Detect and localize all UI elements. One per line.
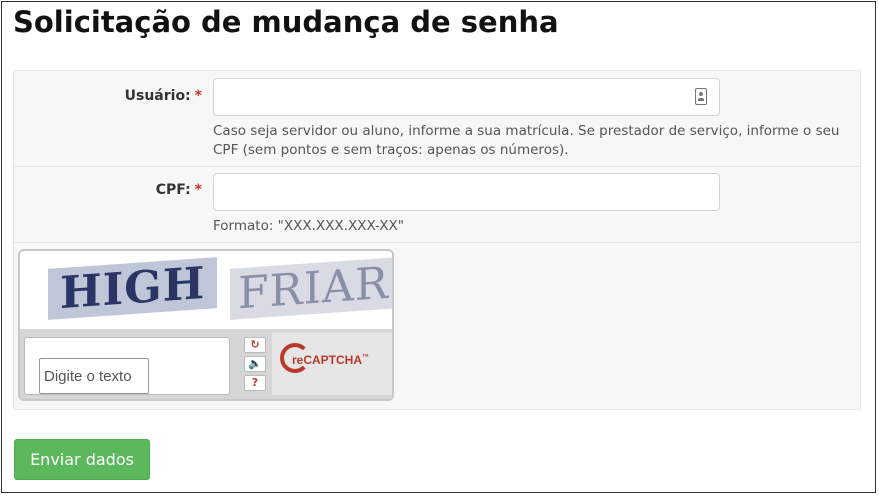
captcha-word-1: HIGH [48,257,218,320]
required-mark: * [194,182,202,198]
submit-button[interactable]: Enviar dados [14,439,150,480]
usuario-input[interactable] [213,78,720,116]
contact-card-icon[interactable] [695,88,707,105]
captcha-response-input[interactable] [39,358,149,394]
row-divider [14,166,860,167]
usuario-help-text: Caso seja servidor ou aluno, informe a s… [213,123,840,158]
cpf-label-text: CPF: [155,182,191,198]
help-icon[interactable]: ? [244,375,266,391]
usuario-label: Usuário: * [125,88,202,104]
captcha-input-area [24,337,230,395]
cpf-input[interactable] [213,173,720,211]
audio-icon[interactable]: 🔈 [244,356,266,372]
form-panel: Usuário: * Caso seja servidor ou aluno, i… [13,70,861,410]
cpf-help-text: Formato: "XXX.XXX.XXX-XX" [213,218,404,234]
usuario-label-text: Usuário: [124,88,191,104]
captcha-image: HIGH FRIAR [20,251,392,333]
row-divider [14,242,860,243]
required-mark: * [194,88,202,104]
recaptcha-logo: reCAPTCHA™ [272,333,392,395]
captcha-widget: HIGH FRIAR ↻ 🔈 ? reCAPTCHA™ [18,249,394,401]
captcha-word-2: FRIAR [230,257,392,320]
page-title: Solicitação de mudança de senha [13,5,559,39]
refresh-icon[interactable]: ↻ [244,337,266,353]
recaptcha-logo-text: reCAPTCHA™ [292,353,370,367]
cpf-label: CPF: * [156,182,202,198]
captcha-controls: ↻ 🔈 ? reCAPTCHA™ [20,333,392,399]
